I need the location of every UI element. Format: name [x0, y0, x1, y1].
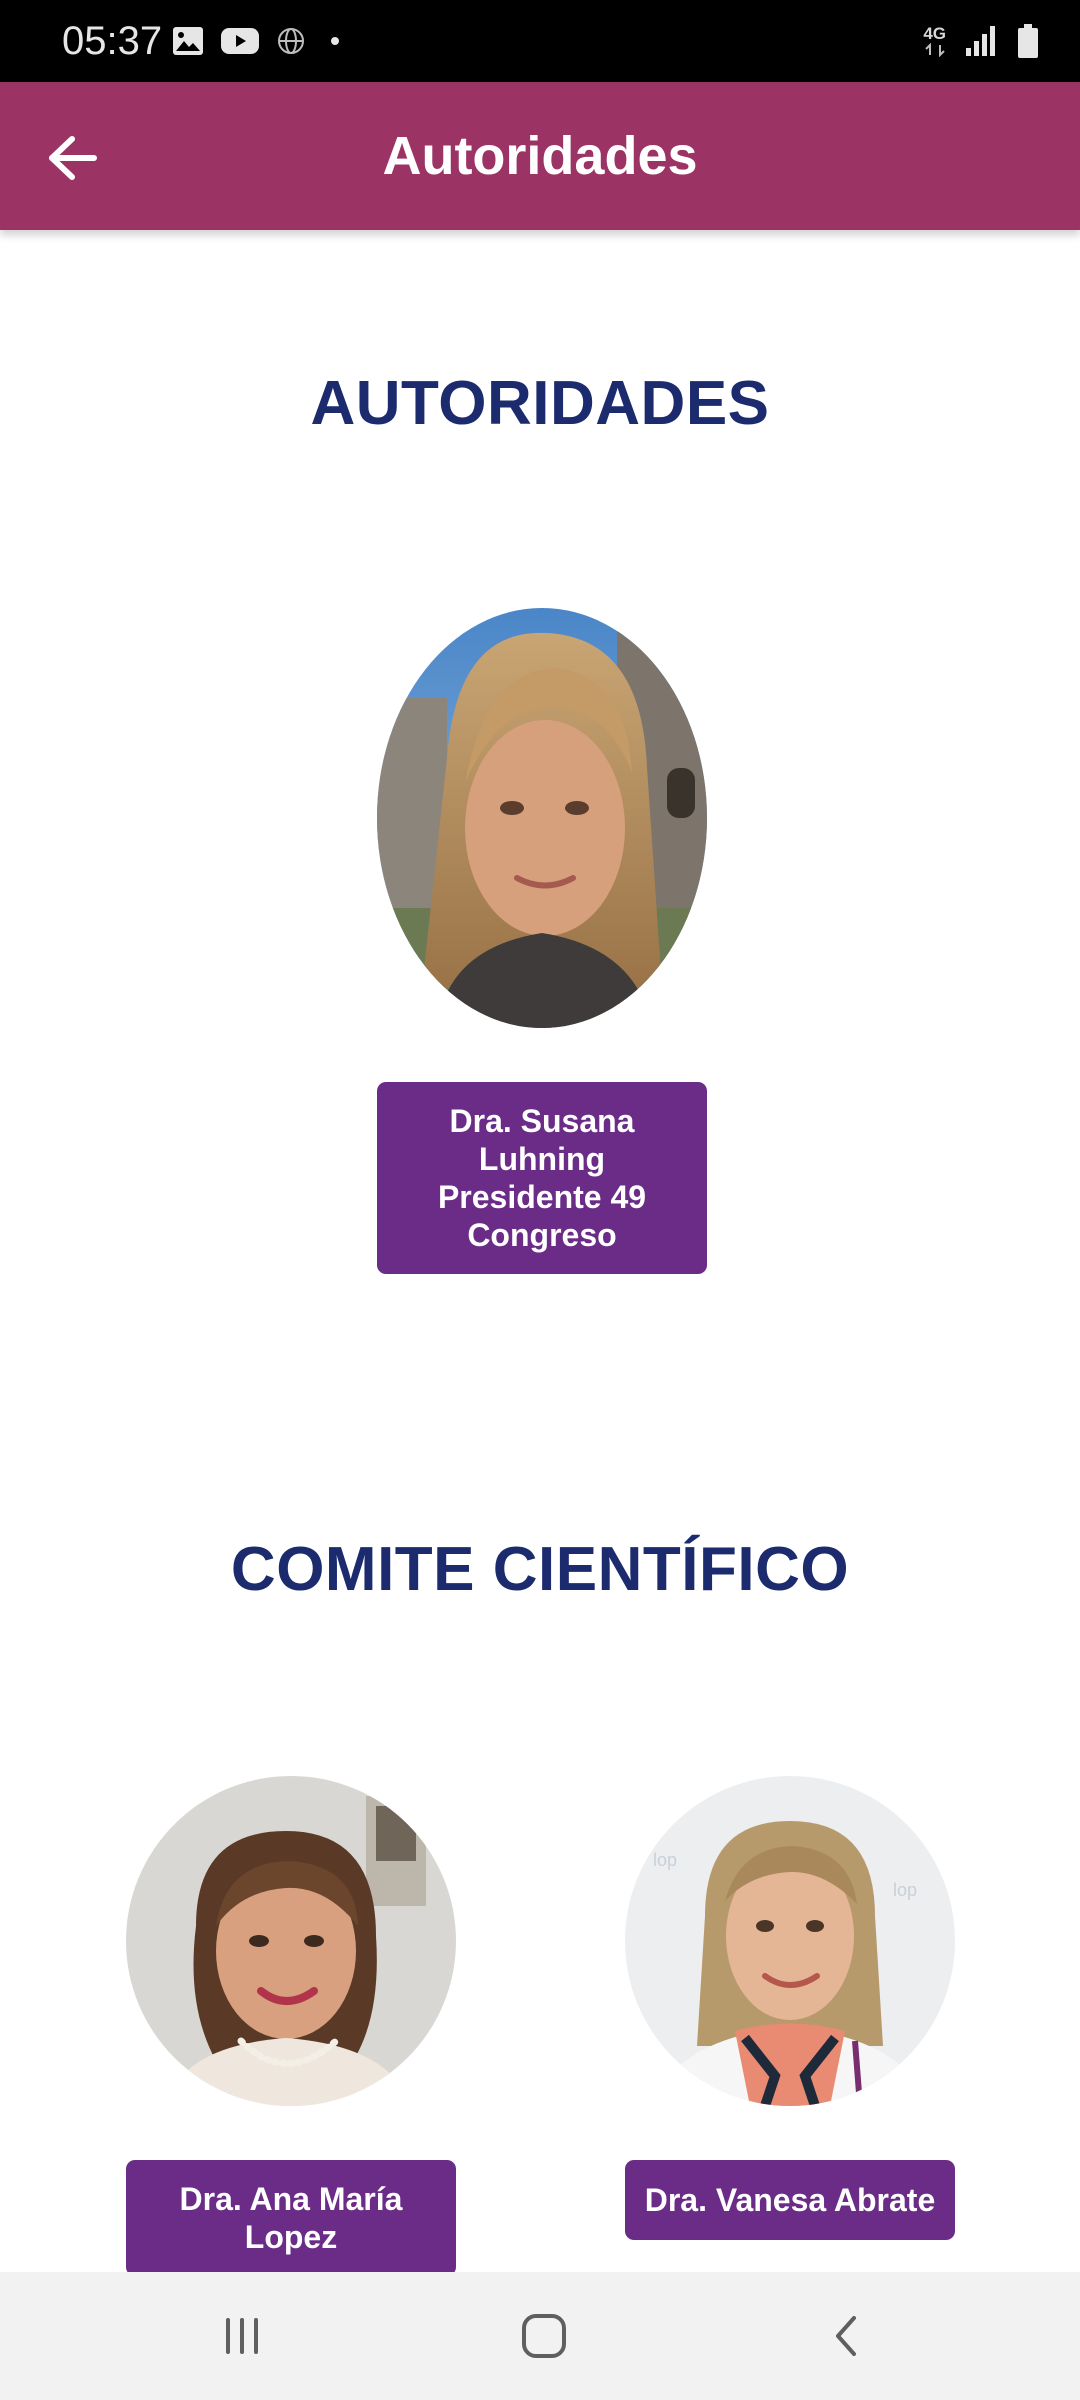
signal-icon — [966, 26, 995, 56]
committee-member-name-card[interactable]: Dra. Vanesa Abrate — [625, 2160, 955, 2240]
dot-icon — [331, 37, 339, 45]
network-type-label: 4G — [923, 24, 946, 43]
committee-member-name-line: Dra. Ana María — [179, 2181, 403, 2217]
recent-apps-icon — [226, 2318, 258, 2354]
image-icon — [173, 27, 203, 55]
committee-member-name-text: Dra. Vanesa Abrate — [645, 2181, 936, 2219]
back-icon — [836, 2316, 856, 2356]
president-name-card[interactable]: Dra. Susana Luhning Presidente 49 Congre… — [377, 1082, 707, 1274]
battery-icon — [1018, 24, 1038, 58]
status-system-icons: 4G — [923, 20, 1040, 62]
president-name-line: Dra. Susana — [449, 1103, 635, 1139]
authorities-heading: AUTORIDADES — [310, 369, 770, 438]
president-role-line: Presidente 49 — [437, 1179, 647, 1215]
president-role-line: Congreso — [467, 1217, 617, 1253]
svg-text:lop: lop — [893, 1880, 917, 1900]
recent-apps-button[interactable] — [202, 2296, 282, 2376]
committee-member-photo: lop lop — [625, 1776, 955, 2106]
app-bar: Autoridades — [0, 82, 1080, 230]
youtube-icon — [221, 28, 259, 54]
president-photo — [377, 608, 707, 1028]
home-icon — [522, 2314, 566, 2358]
back-button[interactable] — [36, 122, 108, 194]
committee-member-name-text: Dra. Ana María Lopez — [180, 2180, 403, 2256]
arrow-left-icon — [49, 136, 97, 180]
president-name-line: Luhning — [478, 1141, 606, 1177]
page-title: Autoridades — [382, 126, 698, 186]
status-time: 05:37 — [62, 19, 163, 63]
content-scroll-area[interactable]: AUTORIDADES Dra. Susana Luhning Presiden… — [0, 230, 1080, 2272]
system-navigation-bar — [0, 2272, 1080, 2400]
status-bar: 05:37 4G — [0, 0, 1080, 82]
committee-member-photo — [126, 1776, 456, 2106]
status-notification-icons — [172, 22, 348, 60]
committee-member-name-line: Dra. Vanesa Abrate — [644, 2182, 936, 2218]
president-name-text: Dra. Susana Luhning Presidente 49 Congre… — [438, 1102, 646, 1254]
committee-member-name-line: Lopez — [244, 2219, 338, 2255]
scientific-committee-heading: COMITE CIENTÍFICO — [230, 1535, 850, 1604]
svg-text:lop: lop — [653, 1850, 677, 1870]
system-back-button[interactable] — [806, 2296, 886, 2376]
committee-member-name-card[interactable]: Dra. Ana María Lopez — [126, 2160, 456, 2272]
home-button[interactable] — [504, 2296, 584, 2376]
data-arrows-icon — [924, 43, 945, 57]
screen: 05:37 4G Autoridades AUTORIDADES Dra. Su… — [0, 0, 1080, 2400]
globe-icon — [278, 28, 304, 54]
network-type-indicator: 4G — [923, 25, 946, 57]
